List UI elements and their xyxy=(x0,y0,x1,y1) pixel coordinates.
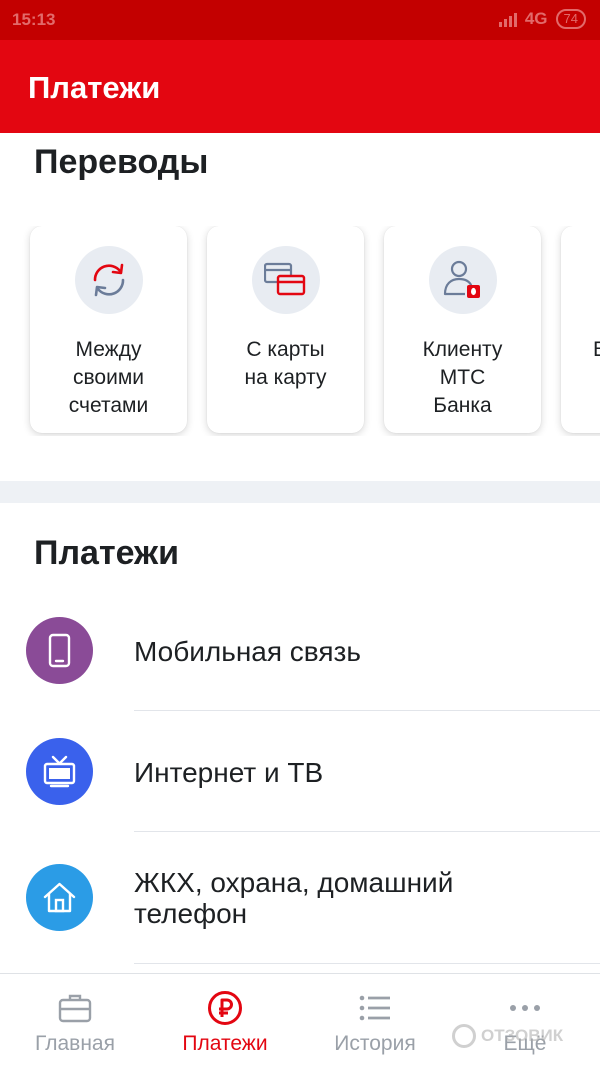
watermark-logo-icon xyxy=(452,1024,476,1048)
payment-item-internet-tv[interactable]: Интернет и ТВ xyxy=(0,712,600,832)
nav-item-history[interactable]: История xyxy=(300,974,450,1067)
signal-icon xyxy=(498,11,517,27)
payments-title: Платежи xyxy=(34,534,180,572)
nav-label: Главная xyxy=(35,1032,115,1055)
app-bar: Платежи xyxy=(0,40,600,133)
payment-item-mobile[interactable]: Мобильная связь xyxy=(0,592,600,712)
watermark: ОТЗОВИК xyxy=(452,1024,563,1048)
nav-label: История xyxy=(334,1032,416,1055)
transfer-card-label: Между своими счетами xyxy=(68,338,149,417)
payment-item-label: Мобильная связь xyxy=(134,636,361,667)
mobile-phone-icon xyxy=(26,617,93,684)
briefcase-icon xyxy=(58,994,92,1023)
transfer-card-card-to-card[interactable]: С карты на карту xyxy=(207,226,364,433)
nav-item-payments[interactable]: Платежи xyxy=(150,974,300,1067)
tv-icon xyxy=(26,738,93,805)
list-icon xyxy=(359,995,390,1021)
row-divider xyxy=(134,710,600,711)
transfer-card-label: С карты на карту xyxy=(244,338,327,389)
refresh-arrows-icon xyxy=(75,246,143,314)
nav-item-home[interactable]: Главная xyxy=(0,974,150,1067)
transfer-card-own-accounts[interactable]: Между своими счетами xyxy=(30,226,187,433)
house-icon xyxy=(26,864,93,931)
transfer-card-mts-client[interactable]: Клиенту МТС Банка xyxy=(384,226,541,433)
payment-item-label: Интернет и ТВ xyxy=(134,757,324,788)
more-dots-icon xyxy=(510,1005,540,1011)
status-bar: 15:13 4G 74 xyxy=(0,0,600,40)
transfers-carousel[interactable]: Между своими счетами С карты на карту Кл… xyxy=(0,226,600,436)
payment-item-utilities[interactable]: ЖКХ, охрана, домашний телефон xyxy=(0,832,600,952)
status-time: 15:13 xyxy=(12,10,56,29)
transfer-card-partial[interactable]: В xyxy=(561,226,600,433)
bottom-nav: Главная Платежи История Ещё xyxy=(0,973,600,1067)
payment-item-label: ЖКХ, охрана, домашний телефон xyxy=(134,867,454,929)
watermark-text: ОТЗОВИК xyxy=(481,1026,564,1045)
row-divider xyxy=(134,963,600,964)
nav-label: Платежи xyxy=(182,1032,268,1055)
network-type: 4G xyxy=(524,9,548,28)
person-mts-icon xyxy=(429,246,497,314)
status-icons: 4G 74 xyxy=(498,9,586,29)
section-divider xyxy=(0,481,600,503)
ruble-icon xyxy=(208,991,242,1025)
transfer-card-label: Клиенту МТС Банка xyxy=(422,338,503,417)
transfers-title: Переводы xyxy=(34,143,209,181)
battery-icon: 74 xyxy=(555,9,586,29)
nav-item-more[interactable]: Ещё xyxy=(450,974,600,1067)
cards-icon xyxy=(252,246,320,314)
transfer-card-label: В xyxy=(593,336,600,364)
page-title: Платежи xyxy=(28,70,161,105)
